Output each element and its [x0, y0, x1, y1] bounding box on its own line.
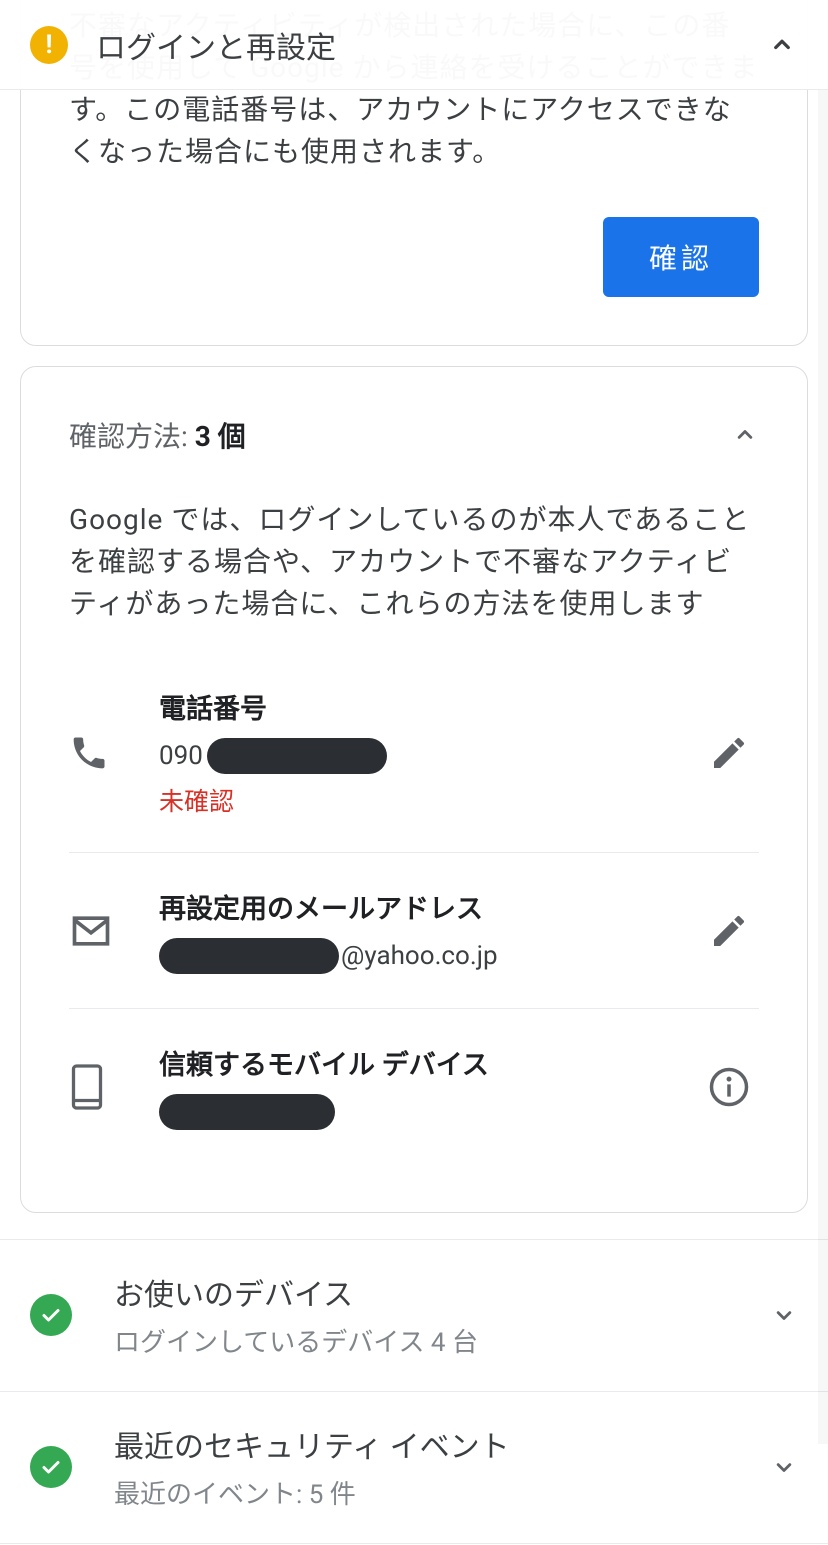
verification-title: 確認方法: 3 個 [69, 415, 246, 455]
edit-email-button[interactable] [699, 911, 759, 951]
chevron-up-icon[interactable] [766, 29, 798, 61]
verification-description: Google では、ログインしているのが本人であることを確認する場合や、アカウン… [69, 499, 759, 625]
your-devices-section[interactable]: お使いのデバイス ログインしているデバイス 4 台 [0, 1239, 828, 1391]
verification-phone-row[interactable]: 電話番号 090 未確認 [69, 653, 759, 852]
device-label: 信頼するモバイル デバイス [159, 1043, 699, 1082]
redacted-phone [207, 738, 387, 774]
events-title: 最近のセキュリティ イベント [114, 1422, 770, 1466]
verification-device-row[interactable]: 信頼するモバイル デバイス [69, 1008, 759, 1164]
verification-email-row[interactable]: 再設定用のメールアドレス @yahoo.co.jp [69, 852, 759, 1008]
devices-subtitle: ログインしているデバイス 4 台 [114, 1322, 770, 1359]
page-title: ログインと再設定 [96, 23, 766, 67]
phone-value: 090 [159, 738, 699, 774]
phone-label: 電話番号 [159, 687, 699, 726]
verification-card-header[interactable]: 確認方法: 3 個 [69, 415, 759, 455]
check-icon [30, 1294, 72, 1336]
email-label: 再設定用のメールアドレス [159, 887, 699, 926]
device-value [159, 1094, 699, 1130]
devices-title: お使いのデバイス [114, 1270, 770, 1314]
check-icon [30, 1446, 72, 1488]
redacted-device [159, 1094, 335, 1130]
email-value: @yahoo.co.jp [159, 938, 699, 974]
chevron-up-icon[interactable] [731, 421, 759, 449]
redacted-email [159, 938, 339, 974]
sticky-header[interactable]: ! ログインと再設定 [0, 0, 828, 90]
phone-status-unverified: 未確認 [159, 782, 699, 818]
smartphone-icon [69, 1063, 159, 1111]
info-device-button[interactable] [699, 1066, 759, 1108]
warning-icon: ! [30, 26, 68, 64]
security-events-section[interactable]: 最近のセキュリティ イベント 最近のイベント: 5 件 [0, 1391, 828, 1543]
scrollbar[interactable] [818, 90, 828, 1444]
verification-methods-card: 確認方法: 3 個 Google では、ログインしているのが本人であることを確認… [20, 366, 808, 1213]
events-subtitle: 最近のイベント: 5 件 [114, 1474, 770, 1511]
chevron-down-icon[interactable] [770, 1453, 798, 1481]
chevron-down-icon[interactable] [770, 1301, 798, 1329]
mail-icon [69, 909, 159, 953]
phone-icon [69, 733, 159, 773]
edit-phone-button[interactable] [699, 733, 759, 773]
confirm-button[interactable]: 確認 [603, 217, 759, 297]
